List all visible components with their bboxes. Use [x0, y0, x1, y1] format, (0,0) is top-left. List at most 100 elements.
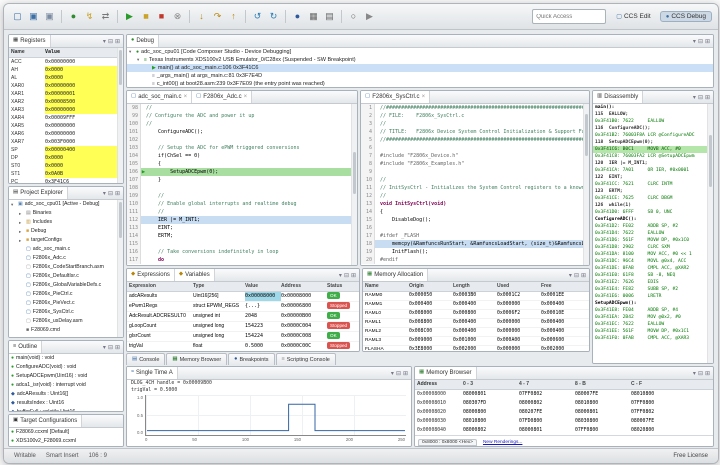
code-line[interactable]: 11 // InitSysCtrl - Initializes the Syst… — [361, 184, 589, 192]
minimize-button[interactable]: ⊟ — [698, 94, 703, 101]
disassembly-line[interactable]: 0x3F41B0: 7622 EALLOW — [593, 118, 713, 125]
tab-memory-allocation[interactable]: ▦ Memory Allocation — [363, 269, 428, 281]
code-line[interactable]: 10 // — [361, 176, 589, 184]
suspend-button[interactable]: ▮▮ — [138, 9, 153, 24]
disassembly-line[interactable]: 0x3F41E2: 7626 EDIS — [593, 279, 713, 286]
disassembly-line[interactable]: 0x3F41C6: B0C1 MOVB ACC, #0 — [593, 146, 713, 153]
view-menu-button[interactable]: ▾ — [693, 38, 696, 45]
debug-tree-row[interactable]: ▾ ● adc_soc_cpu01 [Code Composer Studio … — [127, 48, 713, 56]
maximize-button[interactable]: ⊞ — [115, 38, 120, 45]
maximize-button[interactable]: ⊞ — [705, 370, 710, 377]
code-line[interactable]: 112 IER |= M_INT1; — [127, 216, 357, 224]
memory-section-row[interactable]: RAML1 0x008800 0x000400 0x000000 0x00040… — [363, 319, 589, 328]
perspective-button[interactable]: ▢ CCS Edit — [610, 11, 656, 22]
code-line[interactable]: 102 — [127, 136, 357, 144]
register-row[interactable]: ST0 0x0000 — [9, 162, 123, 170]
disassembly-line[interactable]: 122 EINT; — [593, 174, 713, 181]
disassembly-line[interactable]: 0x3F41DE: 0FAB CMPL ACC, @XAR2 — [593, 265, 713, 272]
editor-tab[interactable]: ▢ adc_soc_main.c × — [127, 91, 192, 103]
code-line[interactable]: 14 { — [361, 208, 589, 216]
disconnect-button[interactable]: ⊗ — [170, 9, 185, 24]
tab-target-configurations[interactable]: ▣ Target Configurations — [9, 415, 82, 427]
quick-access-input[interactable] — [532, 9, 606, 24]
project-tree-item[interactable]: ▢ adc_soc_main.c — [9, 245, 123, 254]
code-line[interactable]: 18 memcpy(&RamfuncsRunStart, &RamfuncsLo… — [361, 240, 589, 248]
tree-twisty-icon[interactable]: ▸ — [19, 209, 24, 218]
maximize-button[interactable]: ⊞ — [705, 94, 710, 101]
code-line[interactable]: 107 } — [127, 176, 357, 184]
expression-row[interactable]: gLoopCount unsigned long 154223 0x0000C0… — [127, 322, 359, 332]
code-line[interactable]: 13 void InitSysCtrl(void) — [361, 200, 589, 208]
memory-section-row[interactable]: RAML2 0x008C00 0x000400 0x000000 0x00040… — [363, 328, 589, 337]
scrollbar[interactable] — [351, 104, 357, 265]
step-return-button[interactable]: ↑ — [226, 9, 241, 24]
register-row[interactable]: SP 0x00000400 — [9, 146, 123, 154]
view-menu-button[interactable]: ▾ — [693, 370, 696, 377]
editor-tab[interactable]: ▢ F2806x_SysCtrl.c × — [361, 91, 430, 103]
register-row[interactable]: XAR7 0x003F0000 — [9, 138, 123, 146]
expression-row[interactable]: adcAResults Uint16[256] 0x00008000 0x000… — [127, 292, 359, 302]
new-file-button[interactable]: ▢ — [10, 9, 25, 24]
step-over-button[interactable]: ↷ — [210, 9, 225, 24]
disassembly-body[interactable]: main(): 115 EALLOW; 0x3F41B0: 7622 EALLO… — [593, 104, 713, 363]
disassembly-line[interactable]: 0x3F41D0: 6FFF SB 0, UNC — [593, 209, 713, 216]
memory-view-button[interactable]: ▤ — [322, 9, 337, 24]
memory-row[interactable]: 0x00008010 080307FD 08000802 08010800 07… — [415, 399, 713, 408]
code-line[interactable]: 111 // — [127, 208, 357, 216]
maximize-button[interactable]: ⊞ — [115, 344, 120, 351]
view-tab[interactable]: ≡ Scripting Console — [276, 353, 336, 365]
disassembly-line[interactable]: 0x3F41EC: 7622 EALLOW — [593, 321, 713, 328]
register-row[interactable]: XAR2 0x00008500 — [9, 98, 123, 106]
tree-twisty-icon[interactable]: ▾ — [137, 56, 142, 64]
view-menu-button[interactable]: ▾ — [569, 272, 572, 279]
editor-left-body[interactable]: 98 // 99 // Configure the ADC and power … — [127, 104, 357, 265]
disassembly-line[interactable]: 0x3F41CA: 7A01 OR IER, #0x0001 — [593, 167, 713, 174]
view-tab[interactable]: ▦ Memory Browser — [166, 353, 227, 365]
tab-registers[interactable]: ▦ Registers — [9, 35, 51, 47]
project-tree-item[interactable]: ▢ F2806x_usDelay.asm — [9, 317, 123, 326]
tree-twisty-icon[interactable]: ▸ — [19, 218, 24, 227]
view-menu-button[interactable]: ▾ — [103, 190, 106, 197]
view-tab[interactable]: ◆ Expressions — [127, 269, 175, 281]
editor-tab[interactable]: ▢ F2806x_Adc.c × — [192, 91, 252, 103]
outline-item[interactable]: ◆ resultsIndex : Uint16 — [9, 399, 123, 408]
project-tree-item[interactable]: ▸ ▤ Binaries — [9, 209, 123, 218]
code-line[interactable]: 109 // — [127, 192, 357, 200]
disassembly-line[interactable]: 0x3F41E0: 61F8 SB -8, NEQ — [593, 272, 713, 279]
tree-twisty-icon[interactable]: ▸ — [19, 236, 24, 245]
disassembly-line[interactable]: 0x3F41EE: 561F MOVW DP, #0x1C1 — [593, 328, 713, 335]
memory-row[interactable]: 0x00008040 08000802 08000801 07FF0800 08… — [415, 426, 713, 435]
maximize-button[interactable]: ⊞ — [581, 272, 586, 279]
outline-item[interactable]: ● main(void) : void — [9, 354, 123, 363]
memory-section-row[interactable]: RAML3 0x009000 0x001000 0x000A00 0x00060… — [363, 337, 589, 346]
code-line[interactable]: 20 #endif — [361, 256, 589, 264]
waveform-svg[interactable] — [145, 395, 406, 436]
view-tab[interactable]: ▤ Console — [126, 353, 165, 365]
connect-target-button[interactable]: ⇄ — [98, 9, 113, 24]
project-tree-item[interactable]: ▢ F2806x_PieVect.c — [9, 299, 123, 308]
outline-item[interactable]: ◆ adcAResults : Uint16[] — [9, 390, 123, 399]
maximize-button[interactable]: ⊞ — [115, 190, 120, 197]
disassembly-line[interactable]: 0x3F41E4: FE82 SUBB SP, #2 — [593, 286, 713, 293]
expression-row[interactable]: AdcResult.ADCRESULT0 unsigned int 2048 0… — [127, 312, 359, 322]
code-line[interactable]: 113 EINT; — [127, 224, 357, 232]
disassembly-line[interactable]: 0x3F41C8: 76003FA2 LCR @SetupADCEpwm — [593, 153, 713, 160]
project-tree-item[interactable]: ▸ ■ targetConfigs — [9, 236, 123, 245]
expression-row[interactable]: gIsrCount unsigned long 154224 0x0000C00… — [127, 332, 359, 342]
project-tree-item[interactable]: ▢ F2806x_Adc.c — [9, 254, 123, 263]
disassembly-line[interactable]: 0x3F41B2: 76003F8A LCR @ConfigureADC — [593, 132, 713, 139]
memory-row[interactable]: 0x00008020 08000800 080207FE 08000801 07… — [415, 408, 713, 417]
restart-button[interactable]: ↺ — [250, 9, 265, 24]
code-line[interactable]: 101 ConfigureADC(); — [127, 128, 357, 136]
code-line[interactable]: 19 InitFlash(); — [361, 248, 589, 256]
code-line[interactable]: 3 // — [361, 120, 589, 128]
tab-outline[interactable]: ≡ Outline — [9, 341, 42, 353]
tab-disassembly[interactable]: ▥ Disassembly — [593, 91, 643, 103]
disassembly-line[interactable]: 0x3F41DC: 96C4 MOVL @0x4, ACC — [593, 258, 713, 265]
memory-section-row[interactable]: RAML0 0x008000 0x000800 0x0006F2 0x00010… — [363, 310, 589, 319]
register-row[interactable]: XAR0 0x00000000 — [9, 82, 123, 90]
project-tree-item[interactable]: ▢ F2806x_SysCtrl.c — [9, 308, 123, 317]
project-tree-item[interactable]: ▢ F2806x_GlobalVariableDefs.c — [9, 281, 123, 290]
disassembly-line[interactable]: main(): — [593, 104, 713, 111]
minimize-button[interactable]: ⊟ — [698, 370, 703, 377]
